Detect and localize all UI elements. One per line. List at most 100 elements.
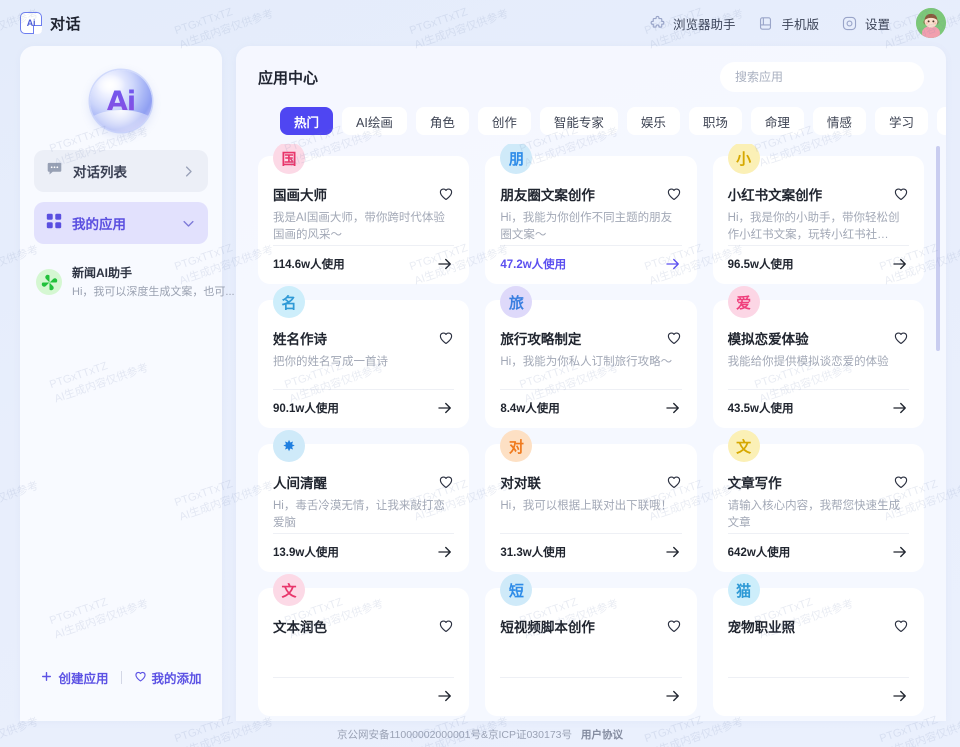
header-item-label: 浏览器助手: [672, 17, 736, 32]
favorite-heart-icon[interactable]: [893, 330, 909, 346]
app-card-title-row: 宠物职业照: [728, 618, 909, 637]
panel-header: 应用中心 热门 AI绘画角色创作智能专家娱乐职场命理情感学习其他: [236, 46, 946, 135]
tab-6[interactable]: 职场: [688, 107, 742, 135]
app-card[interactable]: 爱模拟恋爱体验 我能给你提供模拟谈恋爱的体验 43.5w人使用: [712, 286, 924, 428]
app-card-footer: 47.2w人使用: [500, 245, 682, 273]
app-card-badge-icon: 文: [273, 574, 305, 606]
app-card[interactable]: 文文章写作 请输入核心内容，我帮您快速生成文章 642w人使用: [712, 430, 924, 572]
app-card-title: 姓名作诗: [273, 332, 327, 347]
tab-5[interactable]: 娱乐: [626, 107, 680, 135]
app-card-badge-icon: ✸: [273, 430, 305, 462]
favorite-heart-icon[interactable]: [666, 186, 682, 202]
create-app-button[interactable]: 创建应用: [40, 668, 109, 687]
app-card-title: 文本润色: [273, 620, 327, 635]
app-card-title-row: 文本润色: [273, 618, 454, 637]
app-card-title: 短视频脚本创作: [500, 620, 595, 635]
header-item-settings[interactable]: 设置: [841, 14, 890, 33]
app-card-badge-icon: 旅: [500, 286, 533, 318]
app-card-footer: [727, 677, 909, 705]
app-card-badge-icon: 朋: [500, 144, 533, 174]
tab-10[interactable]: 其他: [936, 107, 946, 135]
sidebar-item-my-apps[interactable]: 我的应用: [34, 202, 208, 244]
app-card-badge-icon: 对: [500, 430, 533, 462]
tab-7[interactable]: 命理: [750, 107, 804, 135]
favorite-heart-icon[interactable]: [666, 330, 682, 346]
heart-icon: [134, 670, 147, 686]
arrow-right-icon[interactable]: [891, 399, 909, 417]
tab-2[interactable]: 角色: [415, 107, 469, 135]
arrow-right-icon[interactable]: [436, 687, 454, 705]
app-card[interactable]: 旅旅行攻略制定 Hi，我能为你私人订制旅行攻略～ 8.4w人使用: [485, 286, 697, 428]
sidebar-logo: Ai: [20, 46, 222, 150]
arrow-right-icon[interactable]: [664, 399, 682, 417]
tab-0[interactable]: 热门: [280, 107, 334, 135]
arrow-right-icon[interactable]: [436, 255, 454, 273]
ai-sphere-icon: Ai: [90, 70, 152, 132]
app-card[interactable]: 小小红书文案创作 Hi，我是你的小助手，带你轻松创作小红书文案，玩转小红书社… 96…: [712, 144, 924, 284]
app-card[interactable]: 短短视频脚本创作: [485, 574, 697, 716]
app-card-title: 旅行攻略制定: [500, 332, 582, 347]
favorite-heart-icon[interactable]: [893, 618, 909, 634]
app-card-description: 我能给你提供模拟谈恋爱的体验: [727, 356, 889, 368]
app-card[interactable]: ✸ 人间清醒 Hi，毒舌冷漠无情，让我来敲打恋爱脑 13.9w人使用: [258, 430, 470, 572]
arrow-right-icon[interactable]: [664, 255, 682, 273]
app-card[interactable]: 朋朋友圈文案创作 Hi，我能为你创作不同主题的朋友圈文案～ 47.2w人使用: [485, 144, 697, 284]
tab-8[interactable]: 情感: [812, 107, 866, 135]
tab-9[interactable]: 学习: [874, 107, 928, 135]
app-card-footer: 642w人使用: [727, 533, 909, 561]
app-card-description: 请输入核心内容，我帮您快速生成文章: [727, 500, 901, 529]
my-favorites-button[interactable]: 我的添加: [134, 668, 202, 687]
grid-icon: [46, 213, 62, 234]
arrow-right-icon[interactable]: [891, 687, 909, 705]
app-card-description: 我是AI国画大师，带你跨时代体验国画的风采～: [273, 212, 445, 241]
user-agreement-link[interactable]: 用户协议: [581, 727, 623, 742]
list-item-text: 新闻AI助手 Hi，我可以深度生成文案，也可...: [72, 264, 235, 300]
search-input[interactable]: [720, 62, 924, 92]
app-card-title: 小红书文案创作: [727, 188, 823, 203]
app-card[interactable]: 名姓名作诗 把你的姓名写成一首诗 90.1w人使用: [258, 286, 470, 428]
tab-4[interactable]: 智能专家: [539, 107, 618, 135]
user-avatar[interactable]: [916, 8, 946, 38]
app-card-footer: 8.4w人使用: [500, 389, 682, 417]
app-card-title: 对对联: [500, 476, 541, 491]
tab-3[interactable]: 创作: [477, 107, 531, 135]
app-card[interactable]: 猫宠物职业照: [712, 574, 924, 716]
arrow-right-icon[interactable]: [891, 255, 909, 273]
sidebar-item-label: 我的应用: [72, 217, 126, 232]
favorite-heart-icon[interactable]: [438, 186, 454, 202]
favorite-heart-icon[interactable]: [666, 474, 682, 490]
header-item-mobile-version[interactable]: 手机版: [757, 14, 819, 33]
sidebar-item-conversations[interactable]: 对话列表: [34, 150, 208, 192]
favorite-heart-icon[interactable]: [893, 186, 909, 202]
header-item-browser-assistant[interactable]: 浏览器助手: [649, 14, 736, 33]
arrow-right-icon[interactable]: [664, 687, 682, 705]
gear-icon: [841, 15, 858, 32]
arrow-right-icon[interactable]: [436, 399, 454, 417]
app-card-usage-count: 96.5w人使用: [727, 259, 794, 271]
arrow-right-icon[interactable]: [891, 543, 909, 561]
app-card-usage-count: 90.1w人使用: [273, 403, 339, 415]
vertical-scrollbar[interactable]: [936, 146, 940, 351]
app-card[interactable]: 国国画大师 我是AI国画大师，带你跨时代体验国画的风采～ 114.6w人使用: [258, 144, 470, 284]
header-item-label: 设置: [864, 17, 890, 32]
app-card-usage-count: 47.2w人使用: [500, 259, 567, 271]
arrow-right-icon[interactable]: [436, 543, 454, 561]
favorite-heart-icon[interactable]: [438, 474, 454, 490]
page-footer: 京公网安备11000002000001号&京ICP证030173号 用户协议: [0, 721, 960, 747]
app-card[interactable]: 对对对联 Hi，我可以根据上联对出下联哦！ 31.3w人使用: [485, 430, 697, 572]
favorite-heart-icon[interactable]: [438, 330, 454, 346]
tab-1[interactable]: AI绘画: [342, 107, 407, 135]
favorite-heart-icon[interactable]: [666, 618, 682, 634]
app-card[interactable]: 文文本润色: [258, 574, 470, 716]
arrow-right-icon[interactable]: [664, 543, 682, 561]
list-item[interactable]: 新闻AI助手 Hi，我可以深度生成文案，也可...: [30, 258, 235, 306]
chevron-down-icon: [181, 216, 196, 231]
my-favorites-label: 我的添加: [151, 672, 202, 686]
plus-icon: [40, 670, 53, 686]
app-card-footer: 90.1w人使用: [273, 389, 455, 417]
favorite-heart-icon[interactable]: [438, 618, 454, 634]
app-card-title-row: 朋友圈文案创作: [500, 186, 681, 205]
favorite-heart-icon[interactable]: [893, 474, 909, 490]
app-card-badge-icon: 文: [727, 430, 760, 462]
app-grid-scroll-area[interactable]: 国国画大师 我是AI国画大师，带你跨时代体验国画的风采～ 114.6w人使用 朋朋友圈…: [236, 144, 946, 721]
